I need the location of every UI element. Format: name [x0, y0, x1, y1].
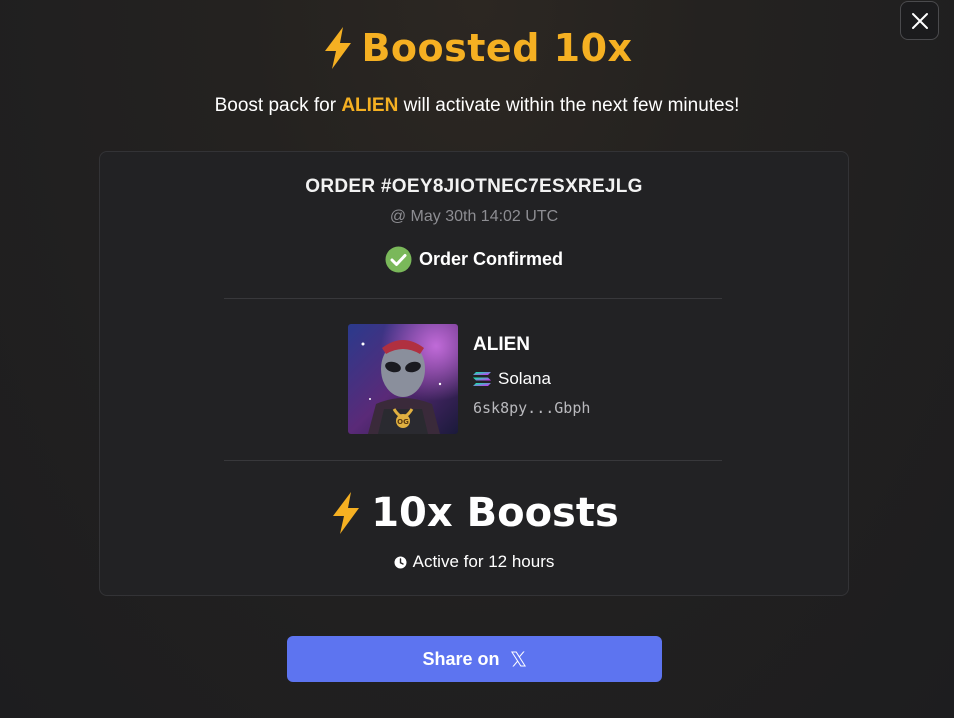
- token-info: ALIEN Solana 6sk8py...Gbph: [473, 324, 590, 434]
- lightning-bolt-icon: [333, 492, 360, 534]
- title-text: Boosted 10x: [361, 26, 633, 70]
- share-on-x-button[interactable]: Share on: [287, 636, 662, 682]
- boost-amount: 10x Boosts: [100, 490, 848, 536]
- divider: [224, 460, 722, 461]
- order-status: Order Confirmed: [100, 246, 848, 273]
- lightning-bolt-icon: [325, 27, 352, 69]
- divider: [224, 298, 722, 299]
- boost-duration: Active for 12 hours: [100, 552, 848, 572]
- subtitle-suffix: will activate within the next few minute…: [398, 95, 740, 116]
- x-logo-icon: [510, 651, 526, 667]
- boost-label: 10x Boosts: [371, 490, 619, 536]
- check-circle-icon: [385, 246, 412, 273]
- svg-text:OG: OG: [397, 418, 409, 426]
- token-summary: OG ALIEN Solana 6sk8py...Gbph: [348, 324, 590, 434]
- token-chain: Solana: [473, 369, 590, 389]
- subtitle-prefix: Boost pack for: [214, 95, 342, 116]
- token-address[interactable]: 6sk8py...Gbph: [473, 399, 590, 417]
- order-timestamp: @ May 30th 14:02 UTC: [389, 208, 559, 225]
- subtitle-token: ALIEN: [341, 95, 399, 116]
- token-name: ALIEN: [473, 334, 530, 355]
- token-avatar: OG: [348, 324, 458, 434]
- chain-name: Solana: [498, 369, 551, 388]
- order-status-label: Order Confirmed: [418, 249, 564, 269]
- clock-icon: [394, 556, 407, 568]
- duration-label: Active for 12 hours: [412, 552, 555, 571]
- subtitle: Boost pack for ALIEN will activate withi…: [0, 95, 954, 117]
- dialog-title: Boosted 10x: [0, 26, 954, 70]
- share-label: Share on: [422, 648, 500, 669]
- order-card: ORDER #OEY8JIOTNEC7ESXREJLG @ May 30th 1…: [99, 151, 849, 596]
- solana-icon: [473, 372, 491, 386]
- order-id: ORDER #OEY8JIOTNEC7ESXREJLG: [305, 176, 643, 197]
